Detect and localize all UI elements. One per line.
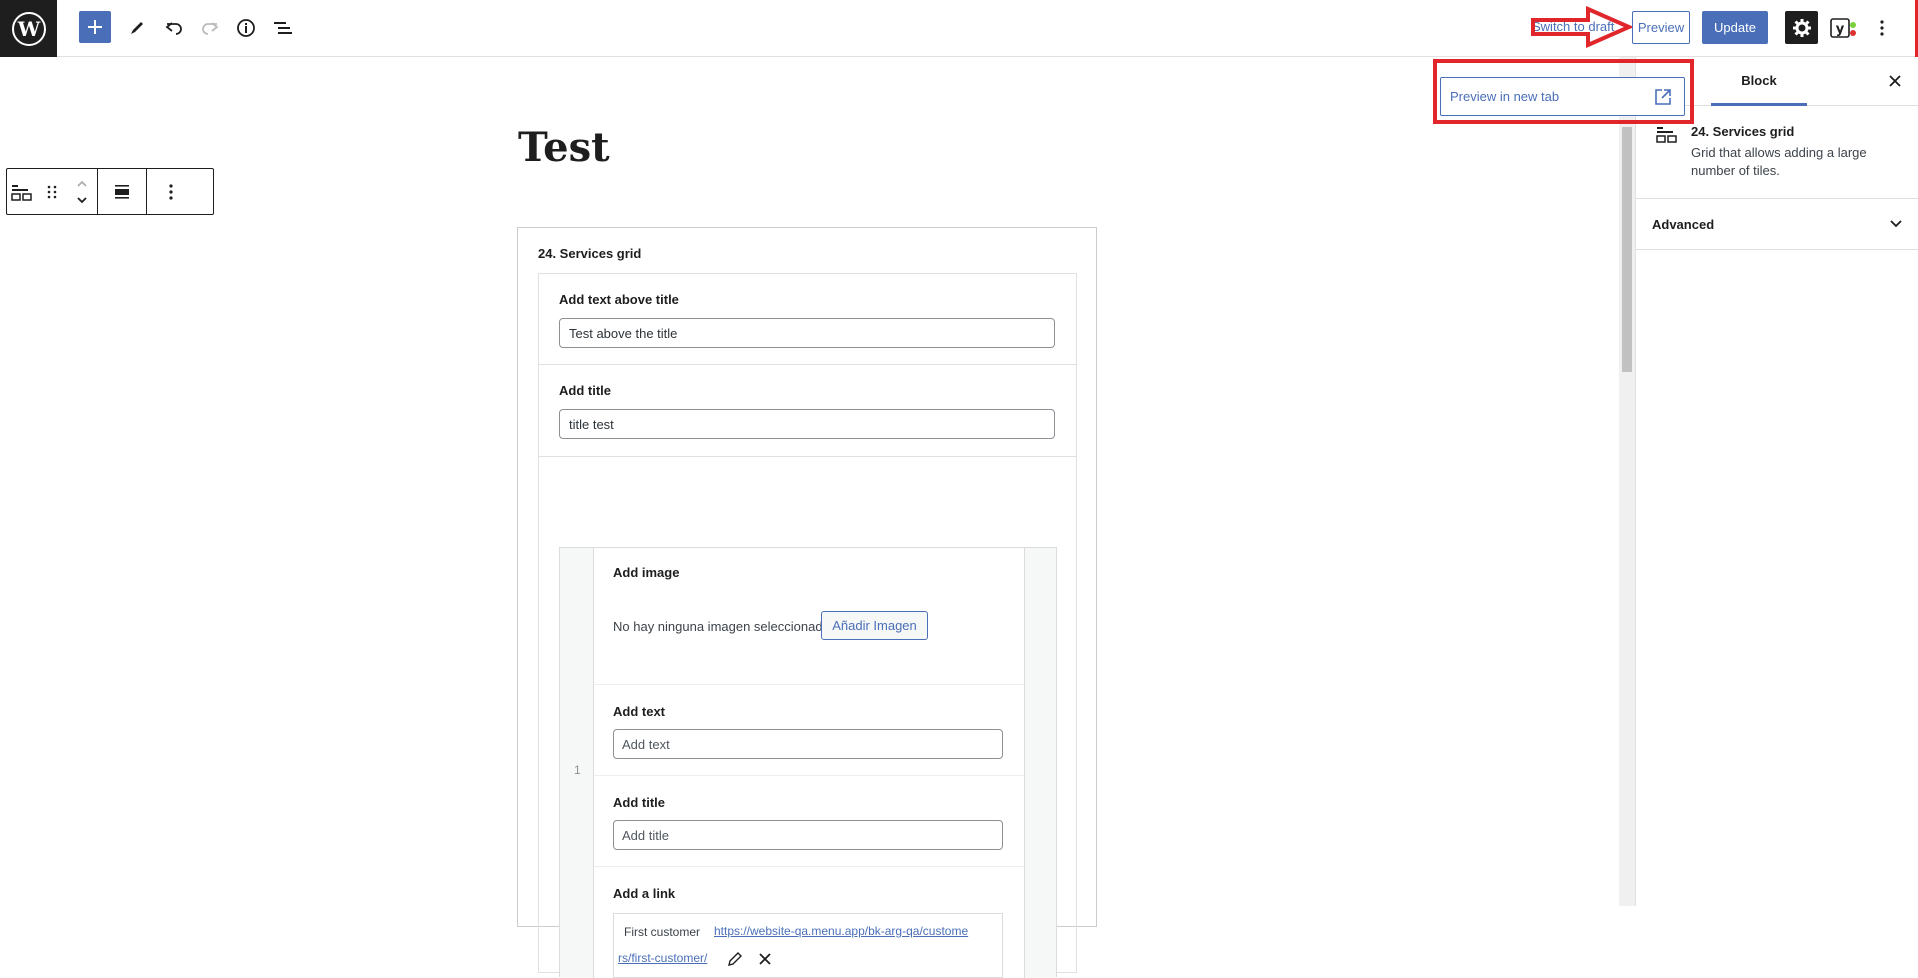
yoast-seo-button[interactable]: y (1829, 14, 1859, 42)
add-text-input[interactable]: Add text (613, 729, 1003, 759)
text-above-title-input[interactable]: Test above the title (559, 318, 1055, 348)
redo-icon (202, 22, 219, 35)
block-options-icon[interactable] (147, 169, 195, 214)
link-preview: First customer https://website-qa.menu.a… (613, 913, 1003, 978)
undo-button[interactable] (158, 12, 190, 44)
preview-in-new-tab-item[interactable]: Preview in new tab (1440, 77, 1685, 116)
title-input[interactable]: title test (559, 409, 1055, 439)
yoast-icon: y (1830, 18, 1856, 38)
block-toolbar (6, 168, 214, 215)
subfield-label: Add a link (613, 886, 676, 901)
wordpress-logo-icon[interactable]: W (0, 0, 57, 57)
text-above-title-field: Add text above title Test above the titl… (539, 274, 1076, 365)
tiles-repeater: 1 Add image No hay ninguna imagen selecc… (559, 547, 1057, 978)
options-button[interactable] (1870, 12, 1894, 44)
field-label: Add title (559, 383, 611, 398)
block-fields: Add text above title Test above the titl… (538, 273, 1077, 978)
scrollbar-thumb[interactable] (1622, 127, 1632, 372)
details-button[interactable] (230, 12, 262, 44)
list-view-icon (274, 22, 292, 34)
title-subfield: Add title Add title (594, 776, 1024, 867)
update-button[interactable]: Update (1702, 11, 1768, 44)
repeater-row: Add image No hay ninguna imagen seleccio… (594, 548, 1024, 978)
add-title-input[interactable]: Add title (613, 820, 1003, 850)
yoast-letter: y (1836, 22, 1845, 37)
plus-icon (88, 20, 102, 34)
red-arrow-annotation-icon (1531, 6, 1634, 48)
services-grid-block[interactable]: 24. Services grid Add text above title T… (517, 227, 1097, 978)
subfield-label: Add image (613, 565, 680, 580)
settings-button[interactable] (1785, 11, 1818, 44)
block-type-icon (1656, 127, 1677, 143)
close-icon (1889, 75, 1901, 87)
block-toolbar-group-align (98, 169, 147, 214)
link-url-continued[interactable]: rs/first-customer/ (618, 951, 707, 965)
link-name: First customer (624, 925, 701, 939)
subfield-label: Add text (613, 704, 665, 719)
advanced-panel-toggle[interactable]: Advanced (1636, 199, 1918, 250)
title-field: Add title title test (539, 365, 1076, 457)
align-icon[interactable] (98, 169, 146, 214)
subfield-label: Add title (613, 795, 665, 810)
pencil-icon[interactable] (727, 951, 743, 967)
link-url[interactable]: https://website-qa.menu.app/bk-arg-qa/cu… (714, 918, 999, 944)
pencil-icon (131, 22, 143, 34)
list-view-button[interactable] (267, 12, 299, 44)
close-sidebar-button[interactable] (1885, 71, 1905, 91)
text-subfield: Add text Add text (594, 685, 1024, 776)
tab-block[interactable]: Block (1711, 57, 1807, 106)
info-icon (237, 19, 255, 37)
repeater-row-actions[interactable] (1024, 548, 1056, 978)
more-vertical-icon (1880, 20, 1884, 36)
block-toolbar-group-parent (7, 169, 98, 214)
chevron-down-icon (1890, 220, 1902, 228)
preview-in-new-tab-label: Preview in new tab (1450, 89, 1560, 104)
settings-sidebar: Block 24. Services grid Grid that allows… (1635, 57, 1918, 906)
add-block-button[interactable] (79, 11, 111, 43)
post-title[interactable]: Test (518, 124, 610, 171)
preview-button[interactable]: Preview (1632, 11, 1690, 44)
block-type-icon[interactable] (7, 169, 37, 214)
tools-button[interactable] (121, 12, 153, 44)
repeater-row-handle[interactable]: 1 (560, 548, 594, 978)
editor-header: W Switch to draft Preview Update y (0, 0, 1918, 57)
svg-text:W: W (16, 17, 40, 41)
block-toolbar-group-more (147, 169, 195, 214)
close-icon[interactable] (757, 951, 773, 967)
add-image-button[interactable]: Añadir Imagen (821, 611, 928, 640)
image-subfield: Add image No hay ninguna imagen seleccio… (594, 548, 1024, 685)
field-label: Add text above title (559, 292, 679, 307)
advanced-label: Advanced (1652, 217, 1715, 232)
repeater-row-number: 1 (574, 763, 581, 777)
move-up-down-icon[interactable] (67, 169, 97, 214)
block-card-description: Grid that allows adding a large number o… (1691, 145, 1867, 178)
block-title: 24. Services grid (538, 246, 642, 261)
gear-icon (1792, 18, 1811, 37)
block-card-title: 24. Services grid (1691, 124, 1795, 139)
external-link-icon (1655, 89, 1671, 105)
redo-button[interactable] (194, 12, 226, 44)
drag-handle-icon[interactable] (37, 169, 67, 214)
undo-icon (165, 22, 182, 35)
no-image-text: No hay ninguna imagen seleccionada (613, 619, 830, 634)
editor-scrollbar[interactable] (1619, 57, 1635, 906)
